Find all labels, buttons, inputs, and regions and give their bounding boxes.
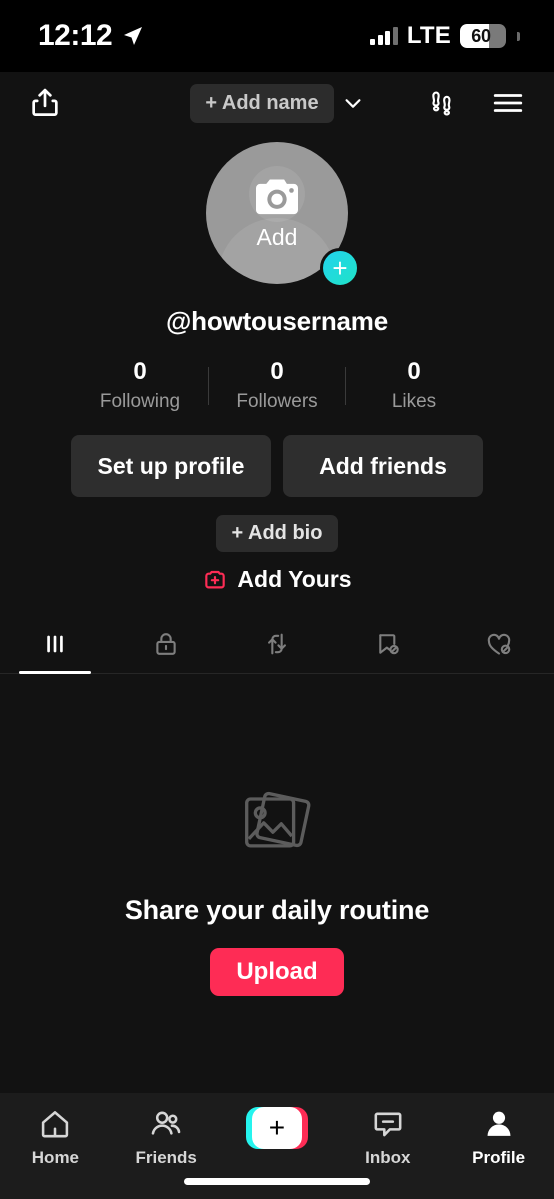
heart-hidden-icon: [487, 634, 510, 656]
photo-stack-icon: [234, 784, 320, 869]
lock-icon: [156, 633, 176, 656]
status-bar-right: LTE 60: [370, 22, 520, 50]
empty-state: Share your daily routine Upload: [0, 674, 554, 1093]
signal-strength-icon: [370, 27, 398, 45]
profile-header: Add + @howtousername 0 Following 0 Follo…: [0, 134, 554, 593]
nav-label: Profile: [472, 1148, 526, 1167]
footsteps-icon[interactable]: [426, 87, 458, 119]
home-indicator: [184, 1178, 370, 1185]
create-plus-symbol: +: [251, 1107, 302, 1149]
tiktok-profile-screen: 12:12 LTE 60 + Add name Add + @howtouser…: [0, 0, 554, 1199]
avatar-add-label: Add: [256, 224, 298, 250]
share-icon[interactable]: [28, 86, 62, 120]
status-bar: 12:12 LTE 60: [0, 0, 554, 72]
nav-item-friends[interactable]: Friends: [111, 1107, 222, 1168]
tab-liked[interactable]: [443, 615, 554, 673]
top-navigation-bar: + Add name: [0, 72, 554, 134]
nav-item-create[interactable]: +: [222, 1107, 333, 1149]
tab-private[interactable]: [111, 615, 222, 673]
nav-label: Friends: [135, 1148, 197, 1167]
friends-icon: [151, 1111, 181, 1135]
battery-icon: 60: [460, 24, 506, 48]
profile-person-icon: [487, 1111, 511, 1136]
location-arrow-icon: [124, 27, 143, 45]
status-bar-left: 12:12: [38, 19, 145, 53]
add-bio-button[interactable]: + Add bio: [215, 515, 339, 553]
username: @howtousername: [166, 306, 388, 336]
tab-favorites[interactable]: [332, 615, 443, 673]
stat-value: 0: [133, 358, 147, 385]
stat-label: Likes: [391, 391, 437, 413]
avatar-wrapper[interactable]: Add +: [206, 142, 360, 288]
add-yours-sticker-icon: [205, 570, 226, 589]
add-friends-button[interactable]: Add friends: [283, 435, 483, 498]
stat-likes[interactable]: 0 Likes: [346, 358, 482, 413]
active-tab-underline: [19, 671, 92, 675]
stat-value: 0: [407, 358, 421, 385]
nav-item-profile[interactable]: Profile: [443, 1107, 554, 1168]
stat-following[interactable]: 0 Following: [72, 358, 208, 413]
set-up-profile-button[interactable]: Set up profile: [71, 435, 271, 498]
clock-time: 12:12: [38, 19, 113, 52]
hamburger-menu-icon[interactable]: [490, 85, 526, 121]
stat-followers[interactable]: 0 Followers: [209, 358, 345, 413]
nav-item-home[interactable]: Home: [0, 1107, 111, 1168]
avatar-add-plus-badge[interactable]: +: [320, 248, 360, 288]
camera-icon: [251, 177, 303, 224]
profile-tab-strip: [0, 615, 554, 675]
bookmark-hidden-icon: [379, 634, 399, 655]
add-yours-label: Add Yours: [237, 566, 352, 593]
add-name-button[interactable]: + Add name: [190, 83, 334, 123]
stat-label: Followers: [236, 391, 318, 413]
add-yours-button[interactable]: Add Yours: [0, 566, 554, 593]
battery-tip: [517, 31, 520, 41]
home-icon: [42, 1111, 69, 1138]
stat-label: Following: [99, 391, 181, 413]
inbox-icon: [374, 1112, 402, 1137]
bio-row: + Add bio: [0, 515, 554, 553]
profile-action-buttons: Set up profile Add friends: [0, 435, 554, 498]
nav-label: Home: [31, 1148, 80, 1167]
upload-button[interactable]: Upload: [210, 948, 344, 997]
chevron-down-icon[interactable]: [342, 92, 364, 114]
tab-videos[interactable]: [0, 615, 111, 675]
stats-row: 0 Following 0 Followers 0 Likes: [0, 358, 554, 413]
battery-percent-label: 60: [471, 25, 491, 46]
grid-icon: [47, 636, 64, 653]
network-type-label: LTE: [406, 22, 451, 49]
repost-arrows-icon: [268, 634, 286, 655]
nav-item-inbox[interactable]: Inbox: [332, 1107, 443, 1168]
tab-reposts[interactable]: [222, 615, 333, 673]
stat-value: 0: [270, 358, 284, 385]
empty-state-title: Share your daily routine: [124, 895, 430, 926]
top-nav-right-group: [426, 85, 526, 121]
nav-label: Inbox: [365, 1148, 411, 1167]
create-plus-icon[interactable]: +: [245, 1107, 308, 1149]
